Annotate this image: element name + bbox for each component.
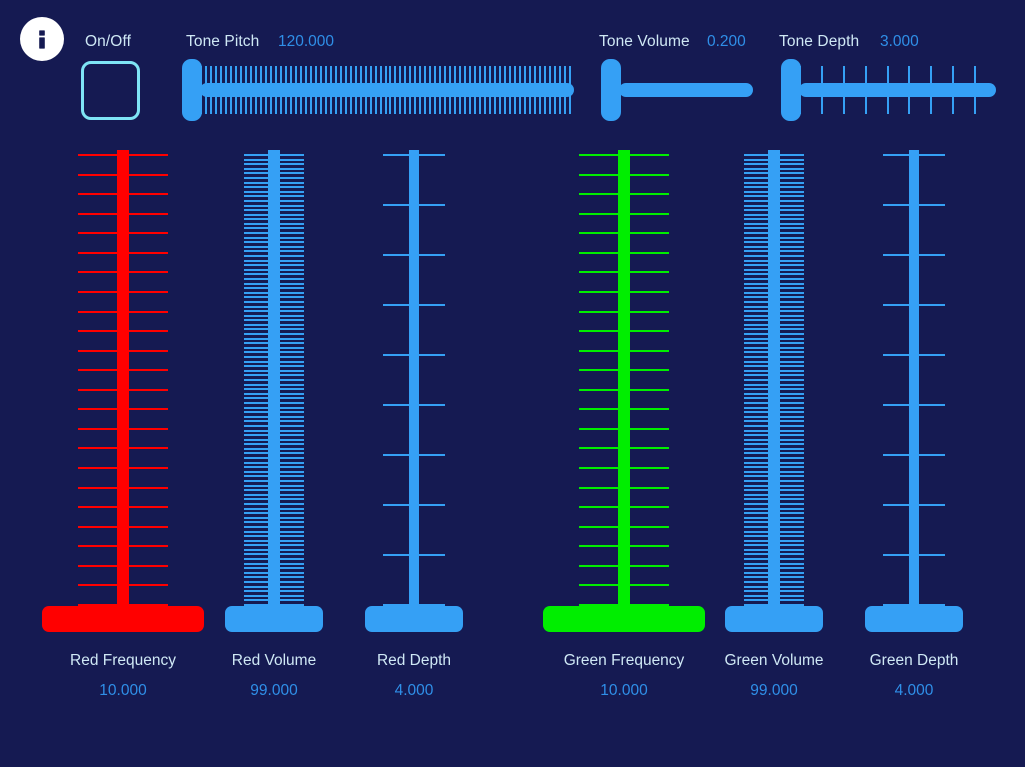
- red-depth-label: Red Depth: [376, 652, 452, 669]
- green-volume-slider[interactable]: [725, 150, 823, 632]
- green-frequency-track[interactable]: [618, 150, 630, 632]
- tone-depth-value: 3.000: [880, 33, 919, 50]
- red-frequency-handle[interactable]: [42, 606, 204, 632]
- onoff-label: On/Off: [85, 33, 131, 50]
- tone-depth-handle[interactable]: [781, 59, 801, 121]
- red-depth-handle[interactable]: [365, 606, 463, 632]
- tone-volume-handle[interactable]: [601, 59, 621, 121]
- green-depth-label: Green Depth: [869, 652, 959, 669]
- green-volume-column: [725, 150, 823, 632]
- red-depth-track[interactable]: [409, 150, 419, 632]
- red-volume-track[interactable]: [268, 150, 280, 632]
- red-frequency-slider[interactable]: [42, 150, 204, 632]
- red-depth-slider[interactable]: [365, 150, 463, 632]
- green-frequency-column: [543, 150, 705, 632]
- tone-depth-slider[interactable]: [781, 59, 996, 121]
- tone-pitch-slider[interactable]: [182, 59, 574, 121]
- info-icon[interactable]: [20, 17, 64, 61]
- green-depth-slider[interactable]: [865, 150, 963, 632]
- tone-volume-slider[interactable]: [601, 59, 753, 121]
- green-depth-handle[interactable]: [865, 606, 963, 632]
- red-frequency-track[interactable]: [117, 150, 129, 632]
- red-volume-handle[interactable]: [225, 606, 323, 632]
- tone-pitch-ticks: [200, 66, 574, 114]
- green-depth-track[interactable]: [909, 150, 919, 632]
- green-volume-handle[interactable]: [725, 606, 823, 632]
- green-depth-column: [865, 150, 963, 632]
- tone-depth-label: Tone Depth: [779, 33, 860, 50]
- red-volume-slider[interactable]: [225, 150, 323, 632]
- control-panel-root: On/Off Tone Pitch 120.000 Tone Volume 0.…: [0, 0, 1025, 767]
- tone-depth-ticks: [799, 66, 996, 114]
- green-volume-track[interactable]: [768, 150, 780, 632]
- green-frequency-slider[interactable]: [543, 150, 705, 632]
- red-frequency-column: [42, 150, 204, 632]
- green-depth-value: 4.000: [894, 682, 934, 699]
- tone-volume-label: Tone Volume: [599, 33, 690, 50]
- tone-pitch-value: 120.000: [278, 33, 335, 50]
- onoff-checkbox[interactable]: [81, 61, 140, 120]
- tone-volume-track[interactable]: [619, 83, 753, 97]
- green-frequency-handle[interactable]: [543, 606, 705, 632]
- red-depth-value: 4.000: [394, 682, 434, 699]
- tone-pitch-label: Tone Pitch: [186, 33, 260, 50]
- tone-volume-value: 0.200: [707, 33, 746, 50]
- red-volume-column: [225, 150, 323, 632]
- tone-pitch-handle[interactable]: [182, 59, 202, 121]
- red-depth-column: [365, 150, 463, 632]
